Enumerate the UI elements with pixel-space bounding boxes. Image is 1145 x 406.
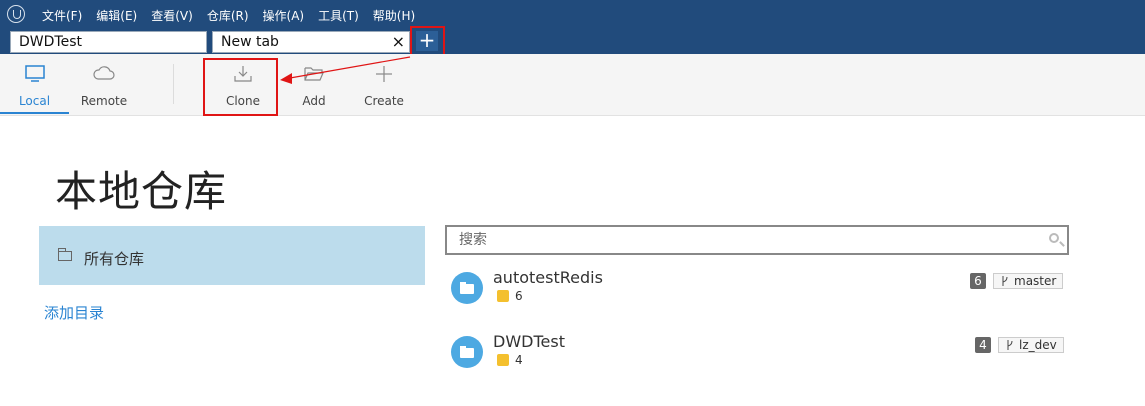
cloud-icon [93,66,115,80]
repo-list-item[interactable]: DWDTest 4 4 lz_dev [449,332,1069,376]
clone-highlight-box [203,58,278,116]
repo-folder-icon [451,272,483,304]
repo-folder-icon [451,336,483,368]
branch-badge: master [993,273,1064,289]
pending-count-badge: 4 [975,337,991,353]
changes-count: 6 [515,289,523,303]
app-logo-icon [7,5,25,23]
remote-button[interactable]: Remote [69,54,139,114]
folder-open-icon [304,67,324,81]
branch-badge: lz_dev [998,337,1064,353]
monitor-icon [24,65,45,82]
menu-file[interactable]: 文件(F) [42,7,82,24]
tab-new-tab[interactable]: New tab × [212,31,410,53]
repo-name: autotestRedis [493,268,603,287]
tab-close-icon[interactable]: × [392,32,405,52]
menu-view[interactable]: 查看(V) [151,7,193,24]
menu-tools[interactable]: 工具(T) [318,7,359,24]
plus-icon [376,66,392,82]
new-tab-highlight: + [410,26,445,56]
changes-icon [497,284,509,302]
repo-list-item[interactable]: autotestRedis 6 6 master [449,268,1069,312]
menu-bar: 文件(F) 编辑(E) 查看(V) 仓库(R) 操作(A) 工具(T) 帮助(H… [42,7,415,24]
title-bar: 文件(F) 编辑(E) 查看(V) 仓库(R) 操作(A) 工具(T) 帮助(H… [0,0,1145,56]
branch-icon [1002,276,1008,286]
tab-dwdtest[interactable]: DWDTest [10,31,207,53]
new-tab-button[interactable]: + [416,30,438,51]
search-icon[interactable] [1049,233,1059,243]
all-repos-item[interactable]: 所有仓库 [39,226,425,285]
toolbar-divider [173,64,174,104]
all-repos-label: 所有仓库 [84,250,145,268]
tab-label: DWDTest [19,34,82,50]
menu-help[interactable]: 帮助(H) [373,7,415,24]
local-button[interactable]: Local [0,54,69,114]
menu-repository[interactable]: 仓库(R) [207,7,249,24]
branch-icon [1007,340,1013,350]
pending-count-badge: 6 [970,273,986,289]
create-button[interactable]: Create [349,54,419,114]
changes-count: 4 [515,353,523,367]
search-input[interactable] [447,227,1067,253]
menu-actions[interactable]: 操作(A) [263,7,305,24]
toolbar: Local Remote Clone Add Create [0,54,1145,116]
remote-label: Remote [80,94,128,108]
add-button[interactable]: Add [279,54,349,114]
local-label: Local [18,94,51,108]
create-label: Create [364,94,404,108]
changes-icon [497,348,509,366]
tab-label: New tab [221,34,279,50]
page-title: 本地仓库 [55,167,228,216]
search-box [445,225,1069,255]
menu-edit[interactable]: 编辑(E) [96,7,137,24]
add-directory-link[interactable]: 添加目录 [44,302,104,323]
folder-icon [58,248,72,261]
add-label: Add [302,94,326,108]
branch-name: master [1014,274,1057,288]
branch-name: lz_dev [1019,338,1057,352]
